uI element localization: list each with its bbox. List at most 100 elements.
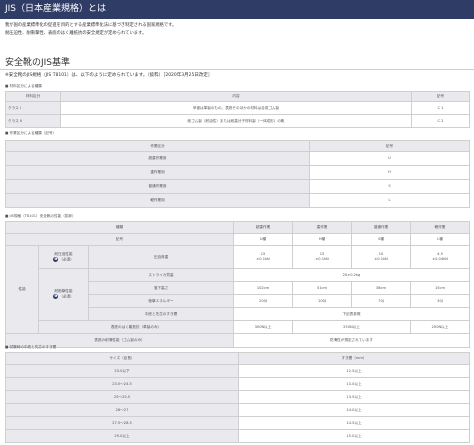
drop-height-label: 落下高さ <box>88 281 234 295</box>
section-divider <box>0 69 474 70</box>
table-row: 重作業用 H <box>5 165 470 180</box>
symbol-cell: H種 <box>292 233 352 246</box>
table-row: 26〜27 14.0以上 <box>5 403 470 417</box>
standard-note: ※安全靴のJIS規格（JIS T8101）は、以下のように定められています。（抜… <box>5 73 213 78</box>
gap-size-header: サイズ（足長） <box>5 352 239 365</box>
page: JIS（日本産業規格）とは 我が国の産業標準化の促進を目的とする産業標準化法に基… <box>0 0 474 445</box>
drop-height-value: 36cm <box>351 281 411 295</box>
size-cell: 29.0以上 <box>5 429 239 443</box>
required-badge-icon: ❶ <box>53 294 59 300</box>
symbol-cell: S種 <box>351 233 411 246</box>
striker-value: 20±0.2kg <box>233 268 470 282</box>
material-table-header: 記号 <box>411 91 470 102</box>
peel-value: 250N以上 <box>292 320 411 334</box>
work-class-name: 軽作業用 <box>5 193 310 208</box>
material-table-header: 材料区分 <box>5 91 61 102</box>
compression-value: 15 ±0.1kN <box>233 245 293 269</box>
section-title: 安全靴のJIS基準 <box>5 58 71 68</box>
table-row: 25〜25.5 13.5以上 <box>5 390 470 404</box>
size-cell: 23.5〜24.5 <box>5 377 239 391</box>
gap-cell: 14.0以上 <box>238 403 470 417</box>
peel-value: 200N以上 <box>410 320 470 334</box>
work-class-name: 超重作業用 <box>5 151 310 166</box>
table1-caption: ■ 材料区分による種類 <box>5 84 42 88</box>
gap-cell: 13.0以上 <box>238 377 470 391</box>
energy-label: 衝撃エネルギー <box>88 294 234 308</box>
material-symbol: C 2 <box>411 114 470 128</box>
work-class-symbol: H <box>309 165 470 180</box>
sole-value: 防滑性が規定されています <box>233 333 470 348</box>
material-content: 甲被は革製のもの。表底そのほかの材料は合成ゴム製 <box>60 101 412 115</box>
gap-cell: 15.0以上 <box>238 429 470 443</box>
intro-text: 我が国の産業標準化の促進を目的とする産業標準化法に基づき制定される国家規格です。… <box>5 22 465 38</box>
size-cell: 27.5〜28.5 <box>5 416 239 430</box>
gap-size-table: サイズ（足長） すき間（mm） 23.0以下 12.5以上 23.5〜24.5 … <box>5 352 470 443</box>
gap-cell: 13.5以上 <box>238 390 470 404</box>
work-class-symbol: L <box>309 193 470 208</box>
required-label: （必須） <box>59 257 74 262</box>
table4-caption: ■ 試験時の中底と先芯のすき間 <box>5 345 57 349</box>
toe-protection-label: 耐圧迫性能 ❶ （必須） <box>38 245 89 269</box>
intro-line-2: 耐圧迫性、耐衝撃性、表底のはく離抵抗の安全規定が定められています。 <box>5 31 147 36</box>
work-class-header: 作業区分 <box>5 140 310 152</box>
compression-tol: ±0.1kN <box>315 257 329 261</box>
size-cell: 23.0以下 <box>5 364 239 378</box>
gap-label: 中底と先芯のすき間 <box>88 307 234 321</box>
required-label: （必須） <box>59 294 74 299</box>
material-class: クラス II <box>5 114 61 128</box>
kind-label: 種類 <box>5 221 234 234</box>
table-row: 23.5〜24.5 13.0以上 <box>5 377 470 391</box>
kind-header: 重作業 <box>292 221 352 234</box>
peel-label: 表底のはく離抵抗（革製のみ） <box>38 320 234 334</box>
compression-tol: ±0.1kN <box>374 257 388 261</box>
material-table: 材料区分 内容 記号 クラス I 甲被は革製のもの。表底そのほかの材料は合成ゴム… <box>5 91 470 128</box>
performance-label: 性能 <box>5 245 39 334</box>
drop-height-value: 15cm <box>410 281 470 295</box>
gap-size-header: すき間（mm） <box>238 352 470 365</box>
gap-cell: 12.5以上 <box>238 364 470 378</box>
table-row: 軽作業用 L <box>5 193 470 208</box>
table-row: 普通作業用 S <box>5 179 470 194</box>
compression-value: 10 ±0.1kN <box>351 245 411 269</box>
work-class-name: 重作業用 <box>5 165 310 180</box>
kind-header: 普通作業 <box>351 221 411 234</box>
work-class-symbol: S <box>309 179 470 194</box>
page-title-bar: JIS（日本産業規格）とは <box>0 0 474 19</box>
size-cell: 25〜25.5 <box>5 390 239 404</box>
symbol-cell: L種 <box>410 233 470 246</box>
table-row: クラス II 総ゴム製（耐油性）または総高分子材料製（一体成形）の靴 C 2 <box>5 114 470 128</box>
peel-value: 300N以上 <box>233 320 293 334</box>
energy-value: 30J <box>410 294 470 308</box>
table-row: 超重作業用 U <box>5 151 470 166</box>
symbol-cell: U種 <box>233 233 293 246</box>
compression-value: 15 ±0.1kN <box>292 245 352 269</box>
required-badge-icon: ❶ <box>53 256 59 262</box>
symbol-label: 記号 <box>5 233 234 246</box>
gap-value: 下記表参照 <box>233 307 470 321</box>
gap-cell: 14.5以上 <box>238 416 470 430</box>
table-row: クラス I 甲被は革製のもの。表底そのほかの材料は合成ゴム製 C 1 <box>5 101 470 115</box>
compression-tol: ±0.04kN <box>432 257 448 261</box>
work-class-name: 普通作業用 <box>5 179 310 194</box>
material-table-header: 内容 <box>60 91 412 102</box>
material-symbol: C 1 <box>411 101 470 115</box>
table-row: 27.5〜28.5 14.5以上 <box>5 416 470 430</box>
energy-value: 70J <box>351 294 411 308</box>
work-class-header: 記号 <box>309 140 470 152</box>
drop-height-value: 102cm <box>233 281 293 295</box>
energy-value: 100J <box>292 294 352 308</box>
kind-header: 超重作業 <box>233 221 293 234</box>
page-title: JIS（日本産業規格）とは <box>5 4 107 14</box>
size-cell: 26〜27 <box>5 403 239 417</box>
energy-value: 200J <box>233 294 293 308</box>
intro-line-1: 我が国の産業標準化の促進を目的とする産業標準化法に基づき制定される国家規格です。 <box>5 23 177 28</box>
work-class-symbol: U <box>309 151 470 166</box>
kind-header: 軽作業 <box>410 221 470 234</box>
compression-label: 圧迫荷重 <box>88 245 234 269</box>
table-row: 23.0以下 12.5以上 <box>5 364 470 378</box>
compression-value: 4.5 ±0.04kN <box>410 245 470 269</box>
drop-height-value: 51cm <box>292 281 352 295</box>
compression-tol: ±0.1kN <box>256 257 270 261</box>
material-class: クラス I <box>5 101 61 115</box>
impact-label: 耐衝撃性能 ❶ （必須） <box>38 268 89 321</box>
